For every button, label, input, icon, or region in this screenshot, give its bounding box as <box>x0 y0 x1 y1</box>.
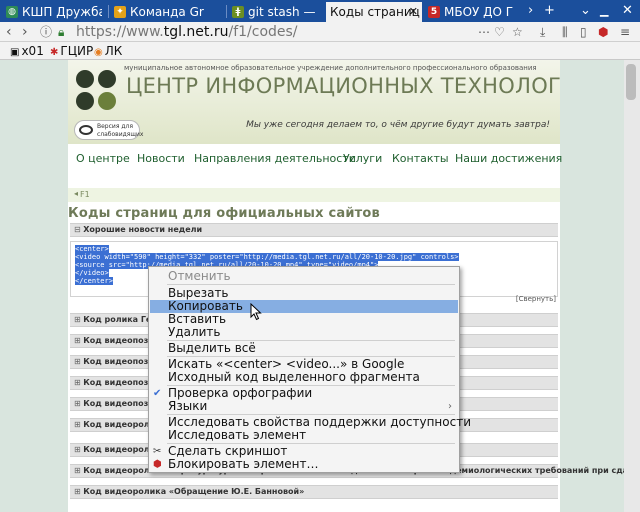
checkmark-icon: ✔ <box>153 388 162 399</box>
user-icon: ◉ <box>94 47 103 58</box>
pocket-icon[interactable]: ♡ <box>494 24 505 40</box>
tab-git-stash[interactable]: ǂ git stash — <box>228 2 324 22</box>
accordion-section[interactable]: Код видеоролика «Обращение Ю.Е. Банновой… <box>70 485 558 499</box>
page-scrollbar[interactable] <box>624 60 640 512</box>
git-icon: ǂ <box>232 6 244 18</box>
menu-item-select-all[interactable]: Выделить всё <box>150 342 458 355</box>
url-host: tgl.net.ru <box>163 24 229 40</box>
navigation-bar: ‹ › ⓘ 🔒︎ https://www.tgl.net.ru/f1/codes… <box>0 22 640 42</box>
eye-icon <box>79 125 93 135</box>
tab-label: Коды страниц <box>330 5 420 19</box>
new-tab-icon[interactable]: + <box>544 3 555 19</box>
bookmark-lk[interactable]: ◉ ЛК <box>94 43 122 61</box>
gear-icon: ✱ <box>50 47 59 58</box>
page-title: Коды страниц для официальных сайтов <box>68 206 380 221</box>
tab-strip: ◍ КШП Дружба ✦ Команда Gr ǂ git stash — … <box>0 0 640 22</box>
tab-komanda[interactable]: ✦ Команда Gr <box>110 2 224 22</box>
collapse-link[interactable]: [Свернуть] <box>516 295 556 303</box>
breadcrumb-link[interactable]: ◂ F1 <box>74 189 90 199</box>
menu-item-languages[interactable]: Языки › <box>150 400 458 413</box>
tab-label: Команда Gr <box>130 5 204 19</box>
menu-item-services[interactable]: Услуги <box>343 152 382 165</box>
close-window-icon[interactable]: ✕ <box>622 3 633 19</box>
close-tab-icon[interactable]: ✕ <box>409 2 418 22</box>
scrollbar-thumb[interactable] <box>626 64 636 100</box>
menu-item-block-element[interactable]: ⬢ Блокировать элемент… <box>150 458 458 471</box>
site-logo <box>76 70 116 110</box>
download-icon[interactable]: ⤓ <box>540 24 545 40</box>
terminal-icon: ▣ <box>10 47 20 58</box>
submenu-arrow-icon: › <box>448 401 452 412</box>
shield-icon: ⬢ <box>153 459 162 470</box>
code-line: </center> <box>75 277 113 285</box>
menu-item-news[interactable]: Новости <box>137 152 185 165</box>
url-path: /f1/codes/ <box>228 24 298 40</box>
menu-item-delete[interactable]: Удалить <box>150 326 458 339</box>
menu-item-inspect-element[interactable]: Исследовать элемент <box>150 429 458 442</box>
accordion-open-section[interactable]: Хорошие новости недели <box>70 223 558 237</box>
code-line: <center> <box>75 245 109 253</box>
menu-item-undo[interactable]: Отменить <box>150 270 458 283</box>
org-subtitle: муниципальное автономное образовательное… <box>124 64 537 72</box>
tab-label: КШП Дружба <box>22 5 102 19</box>
tab-label: МБОУ ДО Г <box>444 5 514 19</box>
tab-kshp[interactable]: ◍ КШП Дружба <box>2 2 102 22</box>
bulb-icon: ✦ <box>114 6 126 18</box>
page-actions-icon[interactable]: ⋯ <box>478 24 490 40</box>
info-icon[interactable]: ⓘ <box>40 23 52 41</box>
scissors-icon: ✂ <box>153 446 162 457</box>
menu-item-view-selection-source[interactable]: Исходный код выделенного фрагмента <box>150 371 458 384</box>
url-field[interactable]: https://www.tgl.net.ru/f1/codes/ <box>76 23 298 41</box>
menu-item-achievements[interactable]: Наши достижения <box>455 152 562 165</box>
adblock-icon[interactable]: ⬢ <box>598 24 608 40</box>
back-icon[interactable]: ‹ <box>6 23 12 41</box>
menu-item-contacts[interactable]: Контакты <box>392 152 449 165</box>
breadcrumb: ◂ F1 <box>68 188 560 202</box>
library-icon[interactable]: ⫼ <box>562 24 568 40</box>
tab-codes[interactable]: Коды страниц ✕ <box>326 2 422 22</box>
school-icon: 5 <box>428 6 440 18</box>
minimize-icon[interactable]: ▁ <box>600 3 608 19</box>
context-menu: Отменить Вырезать Копировать Вставить Уд… <box>148 266 471 473</box>
mouse-cursor-icon <box>250 303 262 321</box>
url-scheme: https://www. <box>76 24 164 40</box>
menu-item-directions[interactable]: Направления деятельности <box>194 152 356 165</box>
tab-label: git stash — <box>248 5 316 19</box>
low-vision-version-button[interactable]: Версия для слабовидящих <box>74 120 143 140</box>
tab-mbou[interactable]: 5 МБОУ ДО Г <box>424 2 524 22</box>
lock-icon[interactable]: 🔒︎ <box>58 23 64 41</box>
code-line: </video> <box>75 269 109 277</box>
forward-icon[interactable]: › <box>22 23 28 41</box>
list-tabs-icon[interactable]: ⌄ <box>580 3 591 19</box>
site-header-banner: муниципальное автономное образовательное… <box>68 60 560 144</box>
bookmarks-toolbar: ▣ x01 ✱ ГЦИР ◉ ЛК <box>0 42 640 60</box>
bookmark-x01[interactable]: ▣ x01 <box>10 43 44 61</box>
globe-icon: ◍ <box>6 6 18 18</box>
menu-icon[interactable]: ≡ <box>620 24 630 40</box>
slogan: Мы уже сегодня делаем то, о чём другие б… <box>246 120 550 130</box>
code-line: <video width="590" height="332" poster="… <box>75 253 459 261</box>
menu-item-about[interactable]: О центре <box>76 152 130 165</box>
bookmark-star-icon[interactable]: ☆ <box>512 24 523 40</box>
main-menu: О центре Новости Направления деятельност… <box>68 146 562 172</box>
bookmark-gcir[interactable]: ✱ ГЦИР <box>50 43 93 61</box>
sidebar-icon[interactable]: ▯ <box>580 24 587 40</box>
org-title: ЦЕНТР ИНФОРМАЦИОННЫХ ТЕХНОЛОГИЙ <box>126 74 560 98</box>
scroll-tabs-right-icon[interactable]: › <box>528 3 533 19</box>
